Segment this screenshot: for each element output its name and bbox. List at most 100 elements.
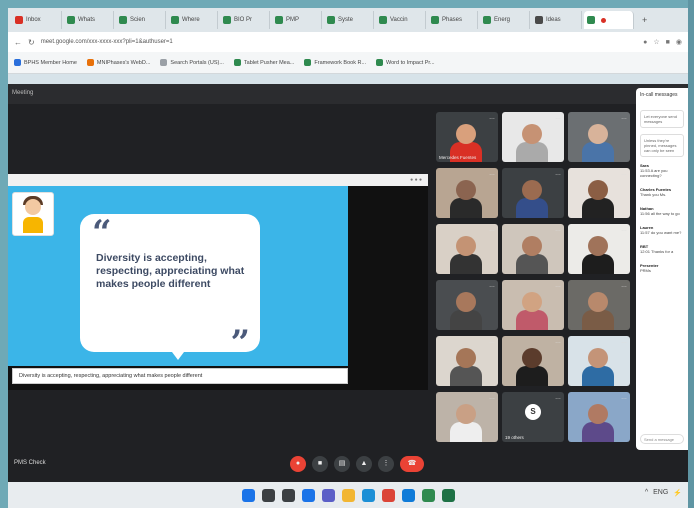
participant-tile[interactable]: … — [568, 392, 630, 442]
tile-options-icon[interactable]: … — [621, 339, 627, 345]
chat-message-list: Sara 11:53 A are you connecting? Charles F… — [640, 163, 684, 273]
recording-indicator-icon — [601, 17, 606, 23]
tile-options-icon[interactable]: … — [489, 283, 495, 289]
participant-video — [582, 254, 614, 274]
browser-tab[interactable]: Ideas — [532, 11, 582, 29]
captions-icon[interactable]: ▤ — [334, 456, 350, 472]
browser-tab[interactable]: Whats — [64, 11, 114, 29]
tab-label: PMP — [286, 17, 300, 23]
excel-icon[interactable] — [441, 488, 455, 502]
chrome-icon[interactable] — [381, 488, 395, 502]
participant-tile[interactable]: … — [502, 336, 564, 386]
browser-tab[interactable]: Scien — [116, 11, 166, 29]
tile-options-icon[interactable]: … — [489, 395, 495, 401]
participant-face — [456, 124, 476, 144]
new-tab-button[interactable]: + — [642, 15, 647, 25]
tile-options-icon[interactable]: … — [621, 171, 627, 177]
phone-link-icon[interactable] — [421, 488, 435, 502]
participant-tile[interactable]: … — [568, 336, 630, 386]
tab-label: Phases — [442, 17, 463, 23]
tile-options-icon[interactable]: … — [621, 227, 627, 233]
participant-tile[interactable]: … — [568, 224, 630, 274]
present-icon[interactable]: ▲ — [356, 456, 372, 472]
tray-item[interactable]: ^ — [645, 489, 648, 497]
open-quote-mark: “ — [92, 213, 112, 253]
presented-slide: “ Diversity is accepting, respecting, ap… — [8, 186, 348, 366]
participant-tile[interactable]: … — [436, 392, 498, 442]
more-icon[interactable]: ⋮ — [378, 456, 394, 472]
participant-tile[interactable]: … — [568, 168, 630, 218]
profile-icon[interactable]: ◉ — [676, 38, 682, 46]
bookmark-item[interactable]: Tablet Pusher Mea... — [233, 59, 294, 66]
tile-options-icon[interactable]: … — [555, 171, 561, 177]
tile-options-icon[interactable]: … — [555, 227, 561, 233]
tile-options-icon[interactable]: … — [489, 227, 495, 233]
tile-options-icon[interactable]: … — [621, 395, 627, 401]
browser-tab-strip: Inbox Whats Scien Where BIO Pr PMP Syste Vaccin… — [8, 8, 688, 32]
browser-tab[interactable]: BIO Pr — [220, 11, 270, 29]
file-explorer-icon[interactable] — [341, 488, 355, 502]
task-view-icon[interactable] — [281, 488, 295, 502]
tab-label: Whats — [78, 17, 96, 23]
mail-icon[interactable] — [401, 488, 415, 502]
participant-tile[interactable]: … — [502, 112, 564, 162]
tab-label: Scien — [130, 17, 146, 23]
tray-item[interactable]: ⚡ — [673, 489, 682, 497]
participant-tile[interactable]: … — [436, 224, 498, 274]
browser-tab[interactable]: Energ — [480, 11, 530, 29]
edge-icon[interactable] — [361, 488, 375, 502]
tile-options-icon[interactable]: … — [555, 283, 561, 289]
mic-off-icon[interactable]: ● — [290, 456, 306, 472]
tray-item[interactable]: ENG — [653, 489, 668, 497]
browser-tab[interactable] — [584, 11, 634, 29]
tile-options-icon[interactable]: … — [489, 171, 495, 177]
tile-options-icon[interactable]: … — [621, 115, 627, 121]
tile-options-icon[interactable]: … — [621, 283, 627, 289]
browser-tab[interactable]: PMP — [272, 11, 322, 29]
participant-face — [456, 236, 476, 256]
tile-options-icon[interactable]: … — [555, 115, 561, 121]
bookmark-item[interactable]: Word to Impact Pr... — [376, 59, 435, 66]
participant-video — [450, 254, 482, 274]
participant-tile[interactable]: … Mercedes Fuentes — [436, 112, 498, 162]
bookmark-item[interactable]: Framework Book R... — [304, 59, 366, 66]
hang-up-button[interactable]: ☎ — [400, 456, 424, 472]
star-icon[interactable]: ☆ — [653, 38, 659, 46]
browser-tab[interactable]: Inbox — [12, 11, 62, 29]
tile-options-icon[interactable]: … — [555, 339, 561, 345]
reload-icon[interactable]: ↻ — [28, 38, 35, 47]
camera-permission-icon[interactable]: ● — [643, 39, 647, 46]
tile-options-icon[interactable]: … — [489, 115, 495, 121]
tile-options-icon[interactable]: … — [489, 339, 495, 345]
browser-tab[interactable]: Where — [168, 11, 218, 29]
close-quote-mark: ” — [230, 323, 250, 363]
camera-icon[interactable]: ■ — [312, 456, 328, 472]
browser-tab[interactable]: Vaccin — [376, 11, 426, 29]
participant-tile[interactable]: … — [502, 168, 564, 218]
participant-tile[interactable]: … — [568, 280, 630, 330]
participant-tile[interactable]: … — [568, 112, 630, 162]
bookmark-item[interactable]: MNIPhases's WebD... — [86, 59, 150, 66]
chat-message-input[interactable]: Send a message — [640, 434, 684, 444]
bookmark-item[interactable]: BPHS Member Home — [14, 59, 77, 66]
participant-tile[interactable]: S … 19 others — [502, 392, 564, 442]
participant-tile[interactable]: … — [436, 168, 498, 218]
windows-start-icon[interactable] — [241, 488, 255, 502]
browser-tab[interactable]: Phases — [428, 11, 478, 29]
widgets-icon[interactable] — [301, 488, 315, 502]
back-icon[interactable]: ← — [14, 38, 22, 47]
chat-icon[interactable] — [321, 488, 335, 502]
participant-tile[interactable]: … — [436, 280, 498, 330]
url-field[interactable]: meet.google.com/xxx-xxxx-xxx?pli=1&authu… — [41, 39, 637, 45]
browser-tab[interactable]: Syste — [324, 11, 374, 29]
chat-setting-toggle[interactable]: Let everyone send messages — [640, 110, 684, 128]
participant-video — [582, 142, 614, 162]
tile-options-icon[interactable]: … — [555, 395, 561, 401]
participant-tile[interactable]: … — [502, 280, 564, 330]
bookmark-item[interactable]: Search Portals (US)... — [160, 59, 224, 66]
search-icon[interactable] — [261, 488, 275, 502]
participant-tile[interactable]: … — [436, 336, 498, 386]
participant-tile[interactable]: … — [502, 224, 564, 274]
extensions-icon[interactable]: ■ — [666, 39, 670, 46]
participant-video — [450, 198, 482, 218]
